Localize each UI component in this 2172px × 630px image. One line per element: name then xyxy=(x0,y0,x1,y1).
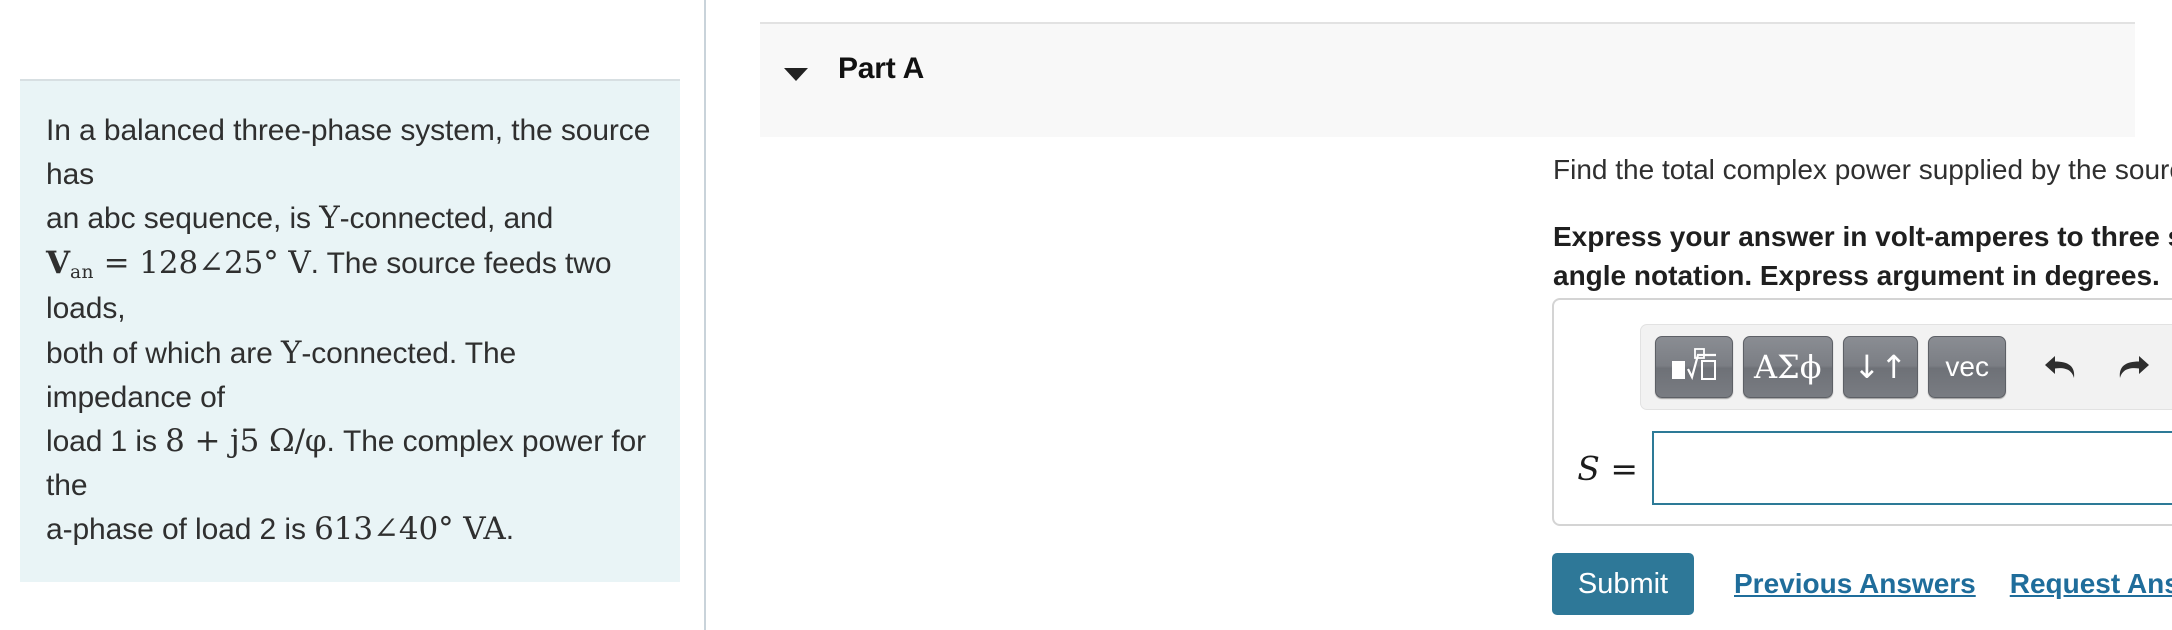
answer-equals: = xyxy=(1610,448,1638,488)
math-toolbar: ΑΣϕ ↓↑ vec xyxy=(1640,324,2172,410)
greek-symbols-button[interactable]: ΑΣϕ xyxy=(1743,336,1833,398)
answer-pane: Part A Find the total complex power supp… xyxy=(706,0,2172,630)
answer-row: S = VA xyxy=(1554,428,2172,508)
van-subscript: an xyxy=(69,262,94,284)
problem-line-2b: -connected, and xyxy=(339,202,554,235)
answer-entry-panel: ΑΣϕ ↓↑ vec S = xyxy=(1552,298,2172,526)
question-block: Find the total complex power supplied by… xyxy=(1553,152,2172,296)
van-symbol: V xyxy=(46,244,70,281)
submit-button[interactable]: Submit xyxy=(1552,553,1694,615)
answer-variable: S xyxy=(1577,448,1600,488)
part-a-header[interactable]: Part A xyxy=(760,22,2135,137)
vector-label: vec xyxy=(1945,351,1989,382)
page-root: In a balanced three-phase system, the so… xyxy=(0,0,2172,630)
problem-pane: In a balanced three-phase system, the so… xyxy=(0,0,706,630)
problem-line-6b: . xyxy=(505,513,514,547)
problem-line-2a: an abc sequence, is xyxy=(46,202,320,235)
y-symbol-1: Y xyxy=(319,200,340,236)
vector-button[interactable]: vec xyxy=(1928,336,2007,398)
undo-icon[interactable] xyxy=(2034,339,2090,395)
answer-input[interactable] xyxy=(1652,431,2172,505)
problem-line-5a: load 1 is xyxy=(46,425,166,459)
question-instruction: Express your answer in volt-amperes to t… xyxy=(1553,221,2172,292)
problem-line-6a: a-phase of load 2 is xyxy=(46,513,315,547)
problem-statement-text: In a balanced three-phase system, the so… xyxy=(46,109,654,552)
load1-impedance-value: 8 + j5 Ω/φ xyxy=(165,423,327,460)
part-title: Part A xyxy=(838,52,925,85)
van-value: = 128∠25° V xyxy=(93,244,311,281)
problem-line-1: In a balanced three-phase system, the so… xyxy=(46,114,651,191)
request-answer-link[interactable]: Request Answer xyxy=(2010,568,2172,600)
previous-answers-link[interactable]: Previous Answers xyxy=(1734,568,1976,600)
answer-variable-label: S = xyxy=(1572,449,1638,488)
template-sqrt-button[interactable] xyxy=(1655,336,1733,398)
greek-symbols-label: ΑΣϕ xyxy=(1754,348,1822,386)
redo-icon[interactable] xyxy=(2104,339,2160,395)
problem-line-4a: both of which are xyxy=(46,336,282,370)
caret-down-icon[interactable] xyxy=(784,68,808,81)
load2-power-value: 613∠40° VA xyxy=(314,511,506,548)
y-symbol-2: Y xyxy=(281,334,302,371)
question-prompt: Find the total complex power supplied by… xyxy=(1553,154,2172,185)
action-bar: Submit Previous Answers Request Answer xyxy=(1552,553,2172,615)
subscript-superscript-button[interactable]: ↓↑ xyxy=(1842,336,1919,398)
problem-statement-card: In a balanced three-phase system, the so… xyxy=(20,79,680,583)
subscript-superscript-label: ↓↑ xyxy=(1853,348,1908,386)
